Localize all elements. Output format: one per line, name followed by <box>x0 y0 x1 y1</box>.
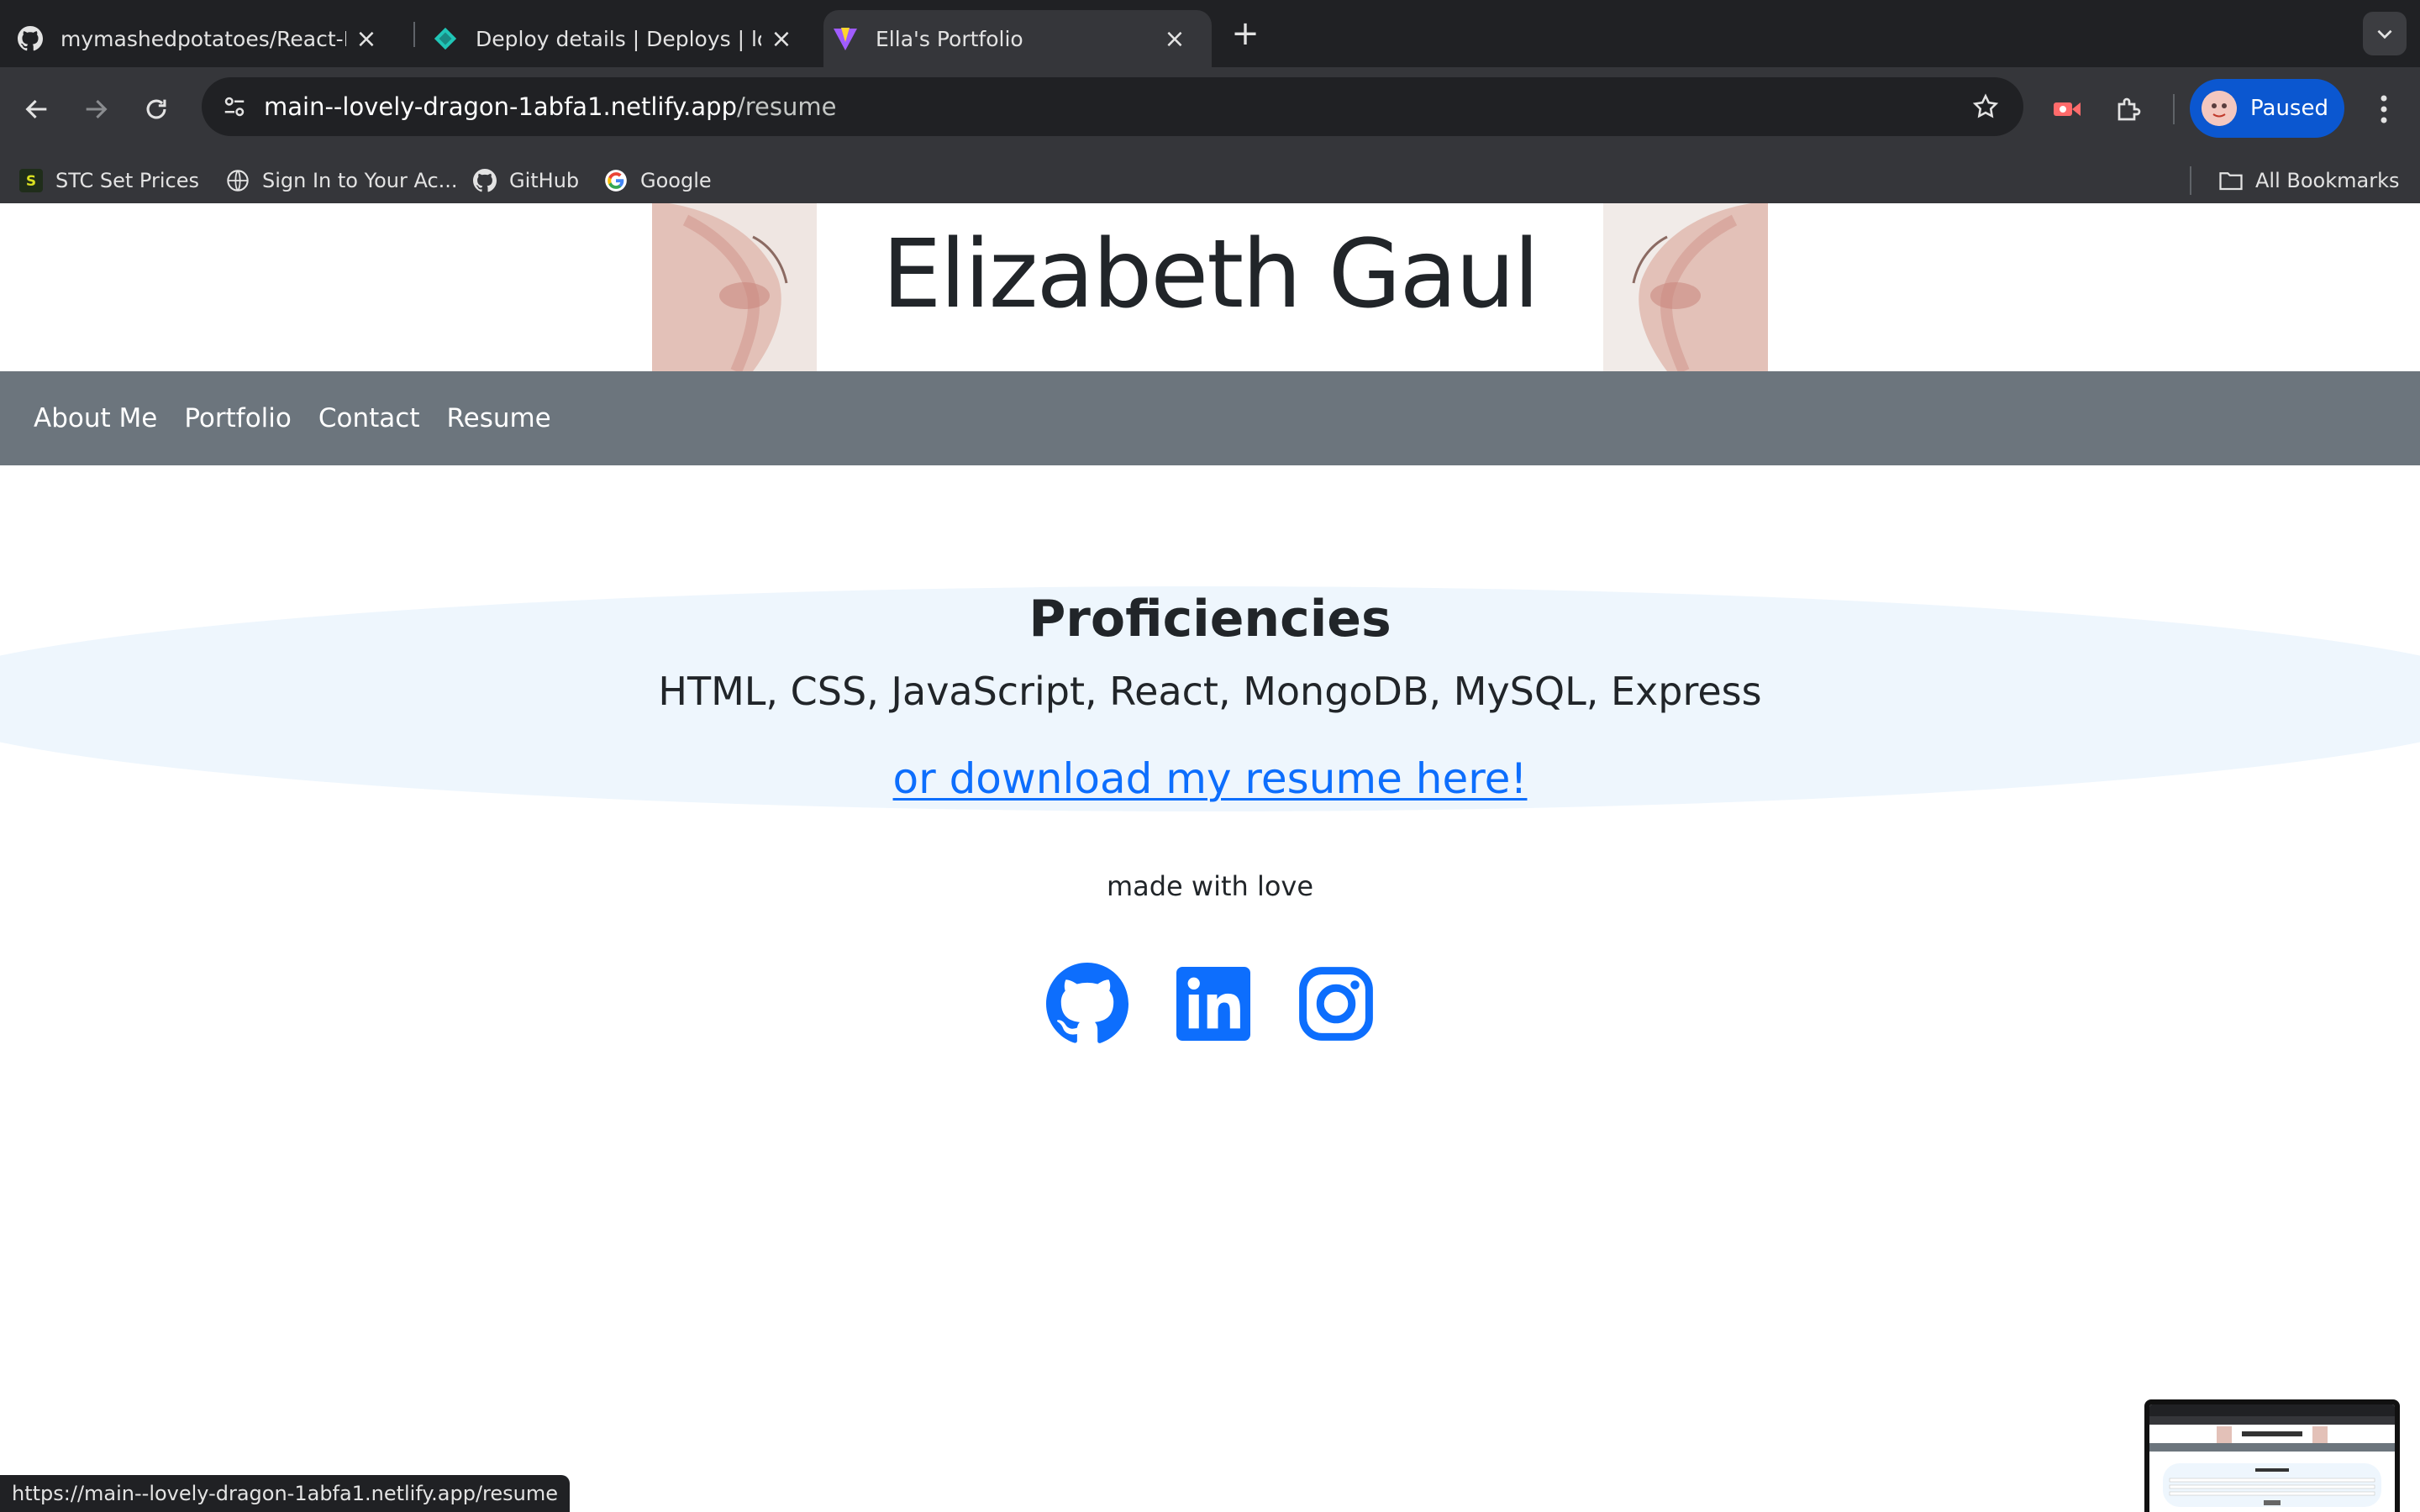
globe-icon <box>225 168 250 193</box>
all-bookmarks-label: All Bookmarks <box>2255 169 2400 192</box>
footer-text: made with love <box>1106 870 1314 902</box>
web-page: Elizabeth Gaul About Me Portfolio Contac… <box>0 203 2420 1512</box>
extension-screen-button[interactable] <box>2044 86 2091 133</box>
browser-menu-button[interactable] <box>2363 86 2405 133</box>
site-info-button[interactable] <box>213 86 255 128</box>
svg-text:S: S <box>26 173 36 190</box>
site-navbar: About Me Portfolio Contact Resume <box>0 371 2420 465</box>
resume-download-container: or download my resume here! <box>0 754 2420 803</box>
toolbar-divider <box>2173 94 2175 124</box>
puzzle-icon <box>2118 97 2141 121</box>
url-host: main--lovely-dragon-1abfa1.netlify.app <box>264 92 737 121</box>
forward-button[interactable] <box>72 86 119 133</box>
browser-toolbar: main--lovely-dragon-1abfa1.netlify.app/r… <box>0 67 2420 212</box>
tune-icon <box>224 97 245 117</box>
github-link[interactable] <box>1045 959 1129 1048</box>
google-icon <box>603 168 629 193</box>
github-icon <box>472 168 497 193</box>
window-preview-thumbnail[interactable] <box>2144 1399 2400 1512</box>
extensions-button[interactable] <box>2106 86 2153 133</box>
close-tab-icon[interactable]: × <box>351 24 381 54</box>
tab-github-repo[interactable]: mymashedpotatoes/React-Po × <box>17 10 403 67</box>
nav-about-me[interactable]: About Me <box>34 403 157 433</box>
url-text[interactable]: main--lovely-dragon-1abfa1.netlify.app/r… <box>264 77 836 136</box>
star-icon <box>1972 93 1999 118</box>
new-tab-button[interactable]: + <box>1227 14 1264 53</box>
back-button[interactable] <box>13 86 60 133</box>
bookmarks-divider <box>2190 166 2191 195</box>
s-icon: S <box>18 168 44 193</box>
profile-status-label: Paused <box>2250 96 2328 121</box>
address-bar[interactable]: main--lovely-dragon-1abfa1.netlify.app/r… <box>202 77 2023 136</box>
folder-icon <box>2218 168 2244 193</box>
bookmark-stc-set-prices[interactable]: S STC Set Prices <box>18 150 199 212</box>
tab-portfolio-active[interactable]: Ella's Portfolio × <box>823 10 1212 67</box>
url-path: /resume <box>736 92 837 121</box>
bookmark-star-button[interactable] <box>1968 89 2003 124</box>
record-extension-icon <box>2054 102 2081 116</box>
bookmark-google[interactable]: Google <box>603 150 712 212</box>
site-title: Elizabeth Gaul <box>881 220 1539 329</box>
tab-title: mymashedpotatoes/React-Po <box>60 26 346 51</box>
avatar <box>2202 91 2237 126</box>
bookmark-sign-in[interactable]: Sign In to Your Ac... <box>225 150 458 212</box>
linkedin-link[interactable] <box>1171 959 1255 1048</box>
tab-search-button[interactable] <box>2363 12 2407 55</box>
vite-icon <box>832 25 859 52</box>
nav-contact[interactable]: Contact <box>318 403 420 433</box>
close-tab-icon[interactable]: × <box>1160 24 1190 54</box>
github-icon <box>17 25 44 52</box>
bookmark-label: STC Set Prices <box>55 169 199 192</box>
nav-resume[interactable]: Resume <box>446 403 550 433</box>
profile-button[interactable]: Paused <box>2190 79 2344 138</box>
netlify-icon <box>432 25 459 52</box>
bookmarks-bar: S STC Set Prices Sign In to Your Ac... G… <box>0 150 2420 212</box>
arrow-left-icon <box>25 99 47 119</box>
bookmark-label: Google <box>640 169 712 192</box>
tab-title: Ella's Portfolio <box>876 26 1023 51</box>
more-vert-icon <box>2381 95 2387 123</box>
status-bar-url: https://main--lovely-dragon-1abfa1.netli… <box>0 1475 570 1512</box>
arrow-right-icon <box>86 99 108 119</box>
tab-separator <box>413 22 415 47</box>
tab-strip: mymashedpotatoes/React-Po × Deploy detai… <box>0 0 2420 67</box>
chevron-down-icon <box>2377 29 2392 39</box>
reload-icon <box>146 99 166 119</box>
all-bookmarks-button[interactable]: All Bookmarks <box>2218 150 2399 212</box>
preview-screenshot <box>2149 1404 2395 1512</box>
bookmark-label: Sign In to Your Ac... <box>262 169 458 192</box>
proficiencies-heading: Proficiencies <box>1028 590 1392 648</box>
linkedin-icon <box>1176 967 1250 1041</box>
nav-portfolio[interactable]: Portfolio <box>184 403 292 433</box>
tab-title: Deploy details | Deploys | love <box>476 26 761 51</box>
tab-netlify-deploy[interactable]: Deploy details | Deploys | love × <box>432 10 818 67</box>
bookmark-github[interactable]: GitHub <box>472 150 579 212</box>
close-tab-icon[interactable]: × <box>766 24 797 54</box>
reload-button[interactable] <box>133 86 180 133</box>
social-links <box>1045 959 1375 1048</box>
resume-download-link[interactable]: or download my resume here! <box>893 754 1528 803</box>
proficiencies-list: HTML, CSS, JavaScript, React, MongoDB, M… <box>658 669 1762 714</box>
bookmark-label: GitHub <box>509 169 580 192</box>
instagram-icon <box>1299 967 1373 1041</box>
instagram-link[interactable] <box>1294 959 1378 1048</box>
header-banner: Elizabeth Gaul <box>652 203 1768 371</box>
github-icon <box>1046 963 1128 1043</box>
